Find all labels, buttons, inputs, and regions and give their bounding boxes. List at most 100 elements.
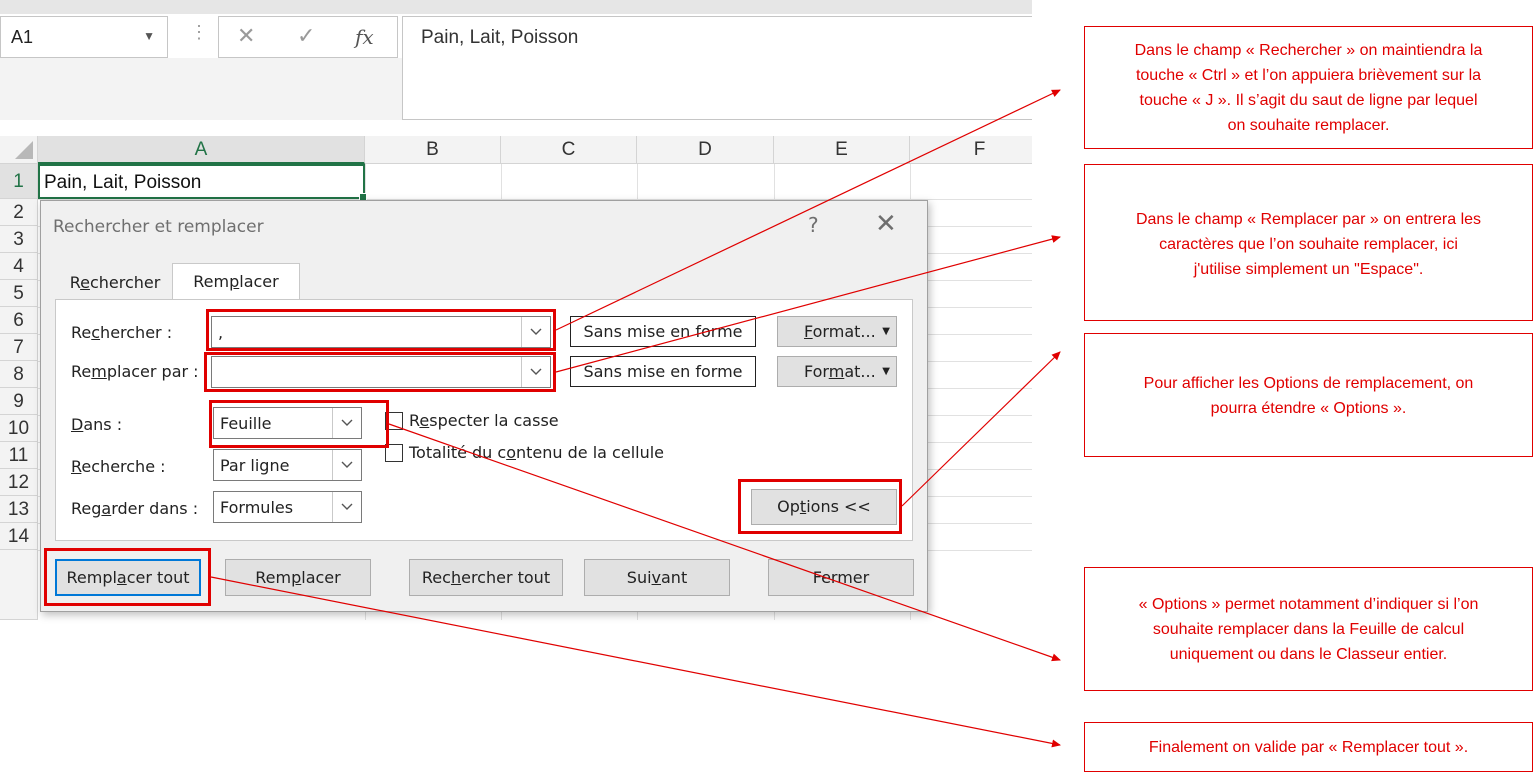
within-select[interactable]: Feuille — [213, 407, 362, 439]
replace-all-button[interactable]: Remplacer tout — [55, 559, 201, 596]
options-button[interactable]: Options << — [751, 489, 897, 525]
find-input-value: , — [218, 323, 224, 342]
chevron-down-icon[interactable] — [332, 492, 361, 522]
search-select[interactable]: Par ligne — [213, 449, 362, 481]
tab-rechercher[interactable]: Rechercher — [59, 265, 171, 301]
annotation-line: touche « J ». Il s’agit du saut de ligne… — [1139, 91, 1478, 109]
ribbon-edge — [0, 0, 1032, 14]
row-header-2[interactable]: 2 — [0, 199, 38, 226]
annotation-line: Finalement on valide par « Remplacer tou… — [1148, 738, 1469, 756]
annotation-line: touche « Ctrl » et l’on appuiera brièvem… — [1135, 66, 1482, 84]
formula-bar-value: Pain, Lait, Poisson — [421, 27, 579, 48]
name-box-value: A1 — [11, 27, 34, 47]
row-header-5[interactable]: 5 — [0, 280, 38, 307]
chevron-down-icon: ▼ — [882, 326, 890, 337]
formula-bar[interactable]: Pain, Lait, Poisson — [402, 16, 1032, 120]
find-all-button[interactable]: Rechercher tout — [409, 559, 563, 596]
row-header-3[interactable]: 3 — [0, 226, 38, 253]
replace-label: Remplacer par : — [71, 362, 199, 381]
lookin-select-value: Formules — [220, 498, 294, 517]
row-header-15[interactable] — [0, 550, 38, 620]
within-label: Dans : — [71, 415, 123, 434]
cell-a1[interactable]: Pain, Lait, Poisson — [38, 164, 367, 201]
search-select-value: Par ligne — [220, 456, 290, 475]
select-all-corner[interactable] — [0, 136, 38, 164]
row-header-6[interactable]: 6 — [0, 307, 38, 334]
close-button[interactable]: Fermer — [768, 559, 914, 596]
match-case-label[interactable]: Respecter la casse — [409, 411, 559, 430]
column-header-b[interactable]: B — [365, 136, 501, 164]
dialog-title: Rechercher et remplacer — [53, 217, 264, 237]
tab-label: Rem — [193, 272, 230, 291]
chevron-down-icon: ▼ — [882, 366, 890, 377]
column-header-f[interactable]: F — [910, 136, 1032, 164]
annotation-line: uniquement ou dans le Classeur entier. — [1169, 645, 1448, 663]
annotation-replace-all: Finalement on valide par « Remplacer tou… — [1084, 722, 1533, 772]
find-label: Rechercher : — [71, 323, 173, 342]
annotation-line: Dans le champ « Rechercher » on maintien… — [1134, 41, 1483, 59]
match-case-checkbox[interactable] — [385, 412, 403, 430]
find-replace-dialog: Rechercher et remplacer ? ✕ Rechercher R… — [40, 200, 928, 612]
annotation-line: Dans le champ « Remplacer par » on entre… — [1135, 211, 1482, 228]
tab-label-accel: e — [80, 273, 90, 292]
name-box[interactable]: A1 ▼ — [0, 16, 168, 58]
row-header-8[interactable]: 8 — [0, 361, 38, 388]
replace-input[interactable] — [211, 356, 551, 388]
row-header-1[interactable]: 1 — [0, 164, 38, 199]
close-icon[interactable]: ✕ — [875, 209, 897, 239]
search-label: Recherche : — [71, 457, 166, 476]
row-header-9[interactable]: 9 — [0, 388, 38, 415]
annotation-line: j'utilise simplement un "Espace". — [1193, 261, 1424, 278]
tab-label: chercher — [89, 273, 161, 292]
annotation-options: Pour afficher les Options de remplacemen… — [1084, 333, 1533, 457]
chevron-down-icon[interactable] — [521, 317, 550, 347]
help-icon[interactable]: ? — [808, 213, 819, 237]
annotation-line: caractères que l’on souhaite remplacer, … — [1159, 236, 1458, 253]
row-header-11[interactable]: 11 — [0, 442, 38, 469]
column-header-e[interactable]: E — [774, 136, 910, 164]
more-dots-icon: ⋮ — [190, 22, 208, 42]
replace-button[interactable]: Remplacer — [225, 559, 371, 596]
find-format-preview: Sans mise en forme — [570, 316, 756, 347]
chevron-down-icon[interactable] — [521, 357, 550, 387]
annotation-replace: Dans le champ « Remplacer par » on entre… — [1084, 164, 1533, 321]
replace-format-button[interactable]: Format... ▼ — [777, 356, 897, 387]
find-input[interactable]: , — [211, 316, 551, 348]
chevron-down-icon[interactable] — [332, 408, 361, 438]
chevron-down-icon[interactable]: ▼ — [143, 29, 155, 43]
annotation-line: on souhaite remplacer. — [1227, 116, 1390, 134]
match-entire-label[interactable]: Totalité du contenu de la cellule — [409, 443, 664, 462]
lookin-select[interactable]: Formules — [213, 491, 362, 523]
tab-label: lacer — [239, 272, 279, 291]
row-header-7[interactable]: 7 — [0, 334, 38, 361]
within-select-value: Feuille — [220, 414, 272, 433]
annotation-line: pourra étendre « Options ». — [1210, 400, 1407, 417]
tab-label-accel: p — [229, 272, 240, 291]
annotation-line: souhaite remplacer dans la Feuille de ca… — [1152, 620, 1465, 638]
row-header-10[interactable]: 10 — [0, 415, 38, 442]
row-header-4[interactable]: 4 — [0, 253, 38, 280]
column-header-d[interactable]: D — [637, 136, 774, 164]
row-header-14[interactable]: 14 — [0, 523, 38, 550]
cell-a1-value: Pain, Lait, Poisson — [44, 172, 202, 193]
toolbar-gray-area — [0, 58, 402, 120]
match-entire-checkbox[interactable] — [385, 444, 403, 462]
lookin-label: Regarder dans : — [71, 499, 199, 518]
column-header-a[interactable]: A — [38, 136, 365, 164]
next-button[interactable]: Suivant — [584, 559, 730, 596]
annotation-find: Dans le champ « Rechercher » on maintien… — [1084, 26, 1533, 149]
cancel-icon[interactable]: ✕ — [237, 23, 255, 49]
chevron-down-icon[interactable] — [332, 450, 361, 480]
enter-icon[interactable]: ✓ — [297, 23, 315, 49]
replace-format-preview: Sans mise en forme — [570, 356, 756, 387]
find-format-button[interactable]: Format... ▼ — [777, 316, 897, 347]
formula-buttons: ✕ ✓ fx — [218, 16, 398, 58]
column-header-c[interactable]: C — [501, 136, 637, 164]
fx-icon[interactable]: fx — [355, 25, 374, 49]
annotation-within: « Options » permet notamment d’indiquer … — [1084, 567, 1533, 691]
row-header-12[interactable]: 12 — [0, 469, 38, 496]
tab-label: R — [69, 273, 81, 292]
annotation-line: « Options » permet notamment d’indiquer … — [1138, 595, 1479, 613]
row-header-13[interactable]: 13 — [0, 496, 38, 523]
tab-remplacer[interactable]: Remplacer — [172, 263, 300, 300]
